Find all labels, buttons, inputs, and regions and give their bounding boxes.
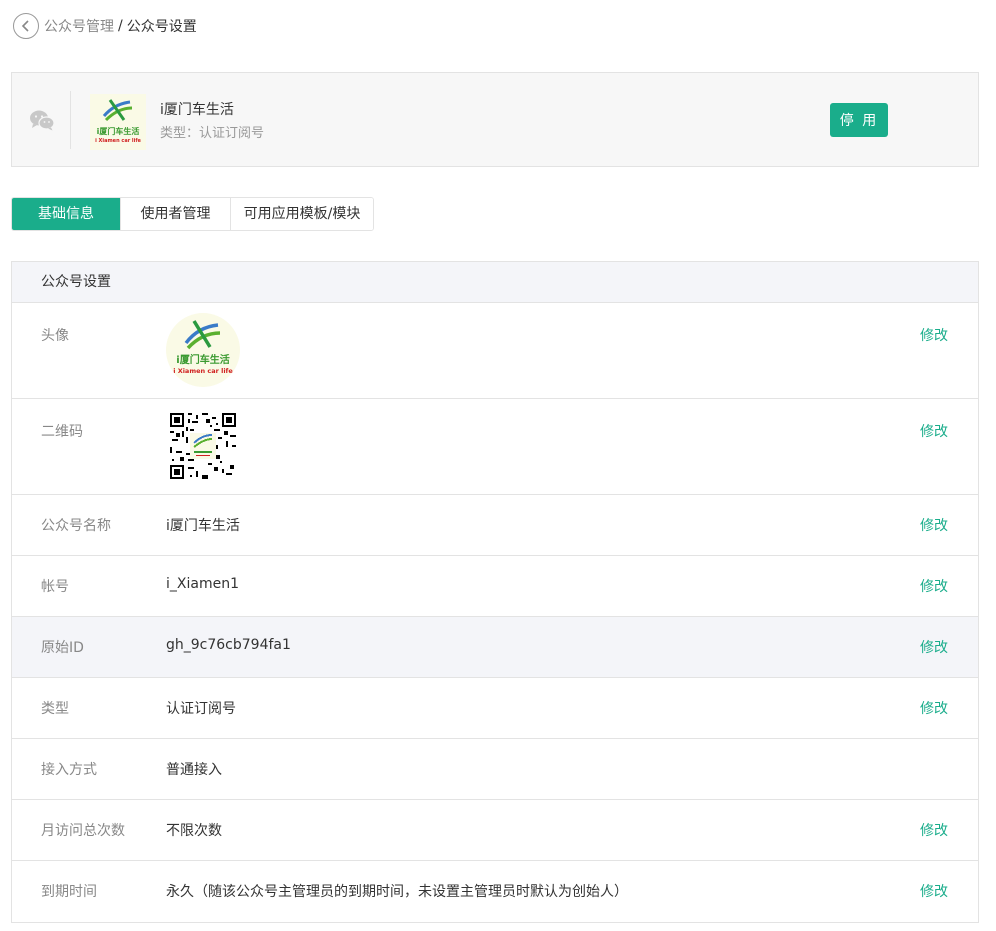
row-label: 到期时间: [41, 884, 97, 900]
edit-type-link[interactable]: 修改: [920, 698, 948, 718]
original-id-row: 原始ID gh_9c76cb794fa1 修改: [12, 617, 978, 678]
account-id-value: i_Xiamen1: [166, 576, 239, 592]
edit-account-link[interactable]: 修改: [920, 576, 948, 596]
avatar: i厦门车生活 i Xiamen car life: [166, 313, 240, 387]
svg-text:i厦门车生活: i厦门车生活: [176, 353, 229, 366]
edit-name-link[interactable]: 修改: [920, 515, 948, 535]
tab-user-management[interactable]: 使用者管理: [121, 198, 231, 230]
account-type: 类型：认证订阅号: [160, 126, 265, 141]
account-name-value: i厦门车生活: [166, 518, 240, 534]
breadcrumb-current: 公众号设置: [126, 19, 197, 35]
card-divider: [70, 91, 71, 149]
settings-panel: 公众号设置 头像 i厦门车生活 i Xiamen car life 修改 二维码: [11, 261, 979, 923]
account-logo: i厦门车生活 i Xiamen car life: [90, 94, 146, 150]
svg-text:i Xiamen car life: i Xiamen car life: [173, 367, 233, 375]
monthly-visits-row: 月访问总次数 不限次数 修改: [12, 800, 978, 861]
row-label: 月访问总次数: [41, 823, 125, 839]
row-label: 公众号名称: [41, 518, 111, 534]
disable-button[interactable]: 停 用: [830, 103, 888, 137]
edit-avatar-link[interactable]: 修改: [920, 325, 948, 345]
access-mode-row: 接入方式 普通接入: [12, 739, 978, 800]
edit-expiry-link[interactable]: 修改: [920, 881, 948, 901]
panel-title: 公众号设置: [12, 262, 978, 303]
access-mode-value: 普通接入: [166, 762, 222, 778]
account-name: i厦门车生活: [160, 102, 234, 118]
row-label: 原始ID: [41, 640, 84, 656]
row-label: 接入方式: [41, 762, 97, 778]
expiry-value: 永久（随该公众号主管理员的到期时间，未设置主管理员时默认为创始人）: [166, 884, 628, 900]
edit-monthly-visits-link[interactable]: 修改: [920, 820, 948, 840]
back-button[interactable]: [13, 13, 39, 39]
row-label: 头像: [41, 328, 69, 344]
qrcode-row: 二维码 修改: [12, 399, 978, 495]
edit-qrcode-link[interactable]: 修改: [920, 421, 948, 441]
monthly-visits-value: 不限次数: [166, 823, 222, 839]
row-label: 二维码: [41, 424, 83, 440]
account-id-row: 帐号 i_Xiamen1 修改: [12, 556, 978, 617]
qr-code: [170, 413, 236, 479]
wechat-icon: [30, 110, 55, 131]
svg-text:i厦门车生活: i厦门车生活: [97, 126, 140, 136]
edit-original-id-link[interactable]: 修改: [920, 637, 948, 657]
type-row: 类型 认证订阅号 修改: [12, 678, 978, 739]
svg-text:i Xiamen car life: i Xiamen car life: [95, 138, 141, 144]
type-value: 认证订阅号: [166, 701, 236, 717]
breadcrumb: 公众号管理 / 公众号设置: [13, 13, 197, 39]
name-row: 公众号名称 i厦门车生活 修改: [12, 495, 978, 556]
breadcrumb-separator: /: [118, 18, 123, 34]
original-id-value: gh_9c76cb794fa1: [166, 637, 291, 653]
avatar-row: 头像 i厦门车生活 i Xiamen car life 修改: [12, 303, 978, 399]
tab-templates-modules[interactable]: 可用应用模板/模块: [231, 198, 373, 230]
chevron-left-icon: [21, 20, 29, 32]
breadcrumb-parent-link[interactable]: 公众号管理: [44, 16, 114, 36]
row-label: 帐号: [41, 579, 69, 595]
row-label: 类型: [41, 701, 69, 717]
tab-basic-info[interactable]: 基础信息: [12, 198, 121, 230]
tab-bar: 基础信息 使用者管理 可用应用模板/模块: [11, 197, 374, 231]
account-card: i厦门车生活 i Xiamen car life i厦门车生活 类型：认证订阅号…: [11, 72, 979, 167]
expiry-row: 到期时间 永久（随该公众号主管理员的到期时间，未设置主管理员时默认为创始人） 修…: [12, 861, 978, 922]
